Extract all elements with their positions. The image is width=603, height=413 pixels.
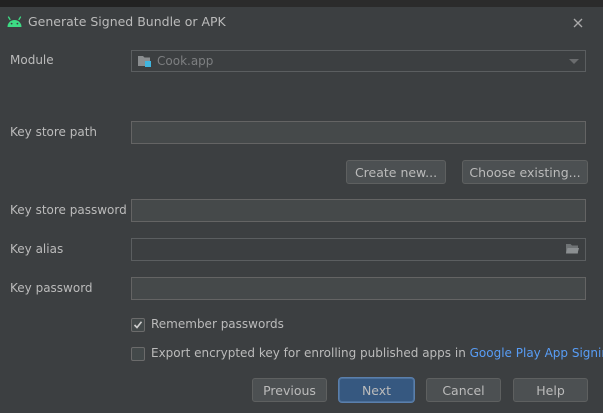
export-key-text: Export encrypted key for enrolling publi…: [151, 346, 470, 360]
title-bar: Generate Signed Bundle or APK: [0, 7, 603, 37]
check-icon: [133, 321, 143, 329]
key-password-label: Key password: [10, 281, 93, 295]
key-alias-input[interactable]: [131, 238, 586, 261]
key-alias-label: Key alias: [10, 242, 64, 256]
key-store-path-label: Key store path: [10, 125, 98, 139]
chevron-down-icon: [569, 59, 579, 64]
previous-button[interactable]: Previous: [252, 378, 327, 402]
android-icon: [7, 16, 22, 27]
create-new-button[interactable]: Create new...: [346, 160, 446, 184]
google-play-app-signing-link[interactable]: Google Play App Signing: [470, 346, 603, 360]
choose-existing-button[interactable]: Choose existing...: [462, 160, 588, 184]
dialog-title: Generate Signed Bundle or APK: [28, 14, 226, 29]
remember-passwords-label: Remember passwords: [151, 317, 284, 331]
close-icon[interactable]: [570, 15, 586, 31]
module-label: Module: [10, 53, 54, 67]
help-button[interactable]: Help: [513, 378, 588, 402]
key-password-input[interactable]: [131, 277, 586, 300]
key-store-password-label: Key store password: [10, 203, 127, 217]
cancel-button[interactable]: Cancel: [426, 378, 501, 402]
top-strip-shade: [0, 0, 150, 7]
remember-passwords-checkbox[interactable]: [131, 318, 145, 332]
export-key-checkbox[interactable]: [131, 347, 145, 361]
next-button[interactable]: Next: [339, 378, 414, 402]
module-select[interactable]: Cook.app: [131, 50, 586, 72]
export-key-label: Export encrypted key for enrolling publi…: [151, 346, 603, 360]
module-value: Cook.app: [157, 54, 214, 68]
module-folder-icon: [138, 56, 151, 67]
key-store-password-input[interactable]: [131, 199, 586, 222]
key-store-path-input[interactable]: [131, 121, 586, 144]
folder-icon[interactable]: [565, 242, 580, 255]
window-top-strip: [0, 0, 603, 7]
